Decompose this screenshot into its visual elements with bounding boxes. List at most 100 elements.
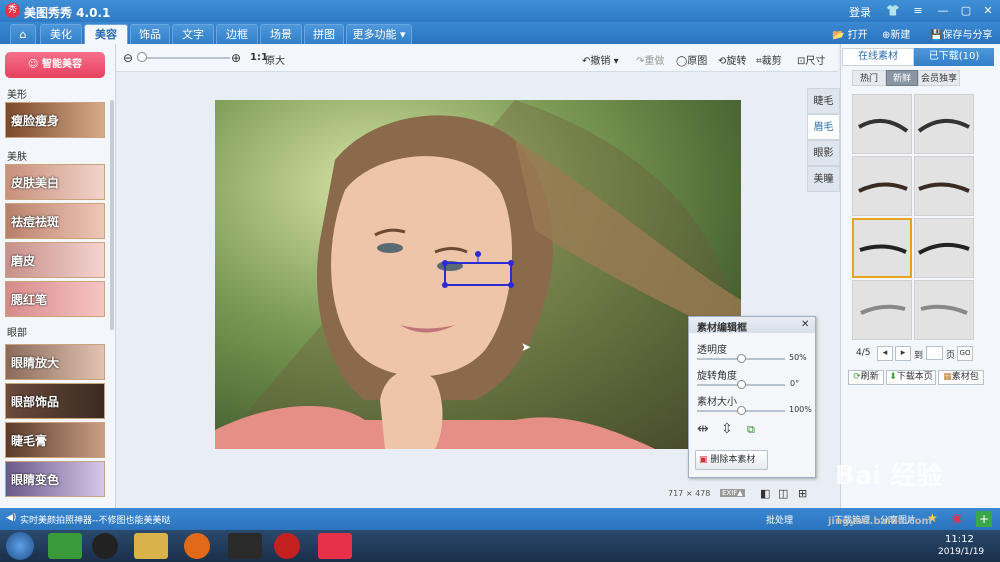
new-button[interactable]: ⊕新建 xyxy=(882,26,910,41)
save-button[interactable]: 💾保存与分享 xyxy=(930,26,992,41)
windows-taskbar: 11:12 2019/1/19 xyxy=(0,530,1000,562)
tab-eyebrow[interactable]: 眉毛 xyxy=(807,114,840,140)
feature-slim-face[interactable]: 瘦脸瘦身 xyxy=(5,102,105,138)
opacity-slider-thumb[interactable] xyxy=(737,354,746,363)
feature-eye-enlarge[interactable]: 眼睛放大 xyxy=(5,344,105,380)
weibo-icon[interactable]: ◉ xyxy=(952,511,962,525)
record-icon[interactable] xyxy=(274,533,300,559)
exif-button[interactable]: EXIF▲ xyxy=(720,489,745,497)
tab-text[interactable]: 文字 xyxy=(172,24,214,44)
baidu-watermark: Bai 经验 xyxy=(835,461,943,491)
undo-button[interactable]: ↶撤销 ▾ xyxy=(582,52,619,67)
rotate-button[interactable]: ⟲旋转 xyxy=(718,52,746,67)
close-button[interactable]: ✕ xyxy=(980,3,996,19)
smart-beauty-button[interactable]: ☺ 智能美容 xyxy=(5,52,105,78)
eyebrow-item[interactable] xyxy=(914,94,974,154)
eyebrow-item[interactable] xyxy=(914,156,974,216)
feature-smooth-skin[interactable]: 磨皮 xyxy=(5,242,105,278)
size-slider-thumb[interactable] xyxy=(737,406,746,415)
eyebrow-item[interactable] xyxy=(914,280,974,340)
add-icon[interactable]: + xyxy=(976,511,992,527)
skin-icon[interactable]: 👕 xyxy=(885,3,901,19)
sidebar-scrollbar[interactable] xyxy=(110,100,114,330)
delete-material-button[interactable]: ▣ 删除本素材 xyxy=(695,450,768,470)
tab-contact-lens[interactable]: 美瞳 xyxy=(807,166,840,192)
eyebrow-item[interactable] xyxy=(852,280,912,340)
login-link[interactable]: 登录 xyxy=(849,4,871,20)
crop-button[interactable]: ⌗裁剪 xyxy=(756,52,782,67)
feature-skin-whitening[interactable]: 皮肤美白 xyxy=(5,164,105,200)
compare-icon[interactable]: ◧ xyxy=(760,487,770,500)
feature-eye-accessory[interactable]: 眼部饰品 xyxy=(5,383,105,419)
eyebrow-item[interactable] xyxy=(852,156,912,216)
maximize-button[interactable]: ▢ xyxy=(958,3,974,19)
page-input[interactable] xyxy=(926,346,943,360)
eyebrow-item[interactable] xyxy=(914,218,974,278)
original-button[interactable]: ◯原图 xyxy=(676,52,707,67)
fit-view-icon[interactable]: ⊞ xyxy=(798,487,807,500)
photo-canvas[interactable] xyxy=(215,100,741,449)
zoom-slider-thumb[interactable] xyxy=(137,52,147,62)
firefox-icon[interactable] xyxy=(184,533,210,559)
go-button[interactable]: GO xyxy=(957,346,973,361)
download-page-button[interactable]: ⬇下载本页 xyxy=(886,370,936,385)
zoom-slider[interactable] xyxy=(140,57,230,59)
split-view-icon[interactable]: ◫ xyxy=(778,487,788,500)
open-button[interactable]: 📂 打开 xyxy=(832,26,868,41)
copy-icon[interactable]: ⧉ xyxy=(747,423,755,437)
batch-button[interactable]: 批处理 xyxy=(766,513,793,526)
prev-page-button[interactable]: ◂ xyxy=(877,346,893,361)
next-page-button[interactable]: ▸ xyxy=(895,346,911,361)
status-promo-text[interactable]: 实时美颜拍照神器--不修图也能美美哒 xyxy=(20,513,171,526)
feature-eye-color[interactable]: 眼睛变色 xyxy=(5,461,105,497)
tab-eyeshadow[interactable]: 眼影 xyxy=(807,140,840,166)
home-icon[interactable]: ⌂ xyxy=(10,24,36,44)
feature-acne-removal[interactable]: 祛痘祛斑 xyxy=(5,203,105,239)
filter-vip[interactable]: 会员独享 xyxy=(918,70,960,86)
opacity-label: 透明度 xyxy=(697,345,727,356)
filter-hot[interactable]: 热门 xyxy=(852,70,886,86)
tab-collage[interactable]: 拼图 xyxy=(304,24,344,44)
flip-vertical-icon[interactable]: ⇳ xyxy=(721,421,733,437)
eyebrow-item-selected[interactable] xyxy=(852,218,912,278)
tab-scene[interactable]: 场景 xyxy=(260,24,302,44)
folder-icon[interactable] xyxy=(134,533,168,559)
mouse-cursor-icon: ➤ xyxy=(521,340,532,354)
minimize-button[interactable]: — xyxy=(935,3,951,19)
tab-beautify[interactable]: 美化 xyxy=(40,24,82,44)
zoom-out-icon[interactable]: ⊖ xyxy=(123,51,133,65)
qq-icon[interactable] xyxy=(92,533,118,559)
tab-downloaded[interactable]: 已下载(10) xyxy=(914,48,994,66)
trash-icon: ▣ xyxy=(699,455,711,465)
rotate-slider-thumb[interactable] xyxy=(737,380,746,389)
filter-new[interactable]: 新鲜 xyxy=(886,70,918,86)
feature-blush[interactable]: 腮红笔 xyxy=(5,281,105,317)
player-icon[interactable] xyxy=(228,533,262,559)
clock-date[interactable]: 2019/1/19 xyxy=(938,547,984,557)
resize-button[interactable]: ⊡尺寸 xyxy=(797,52,825,67)
original-size-button[interactable]: 原大 xyxy=(265,52,285,67)
menu-icon[interactable]: ≡ xyxy=(910,3,926,19)
size-slider[interactable] xyxy=(697,406,785,415)
zoom-in-icon[interactable]: ⊕ xyxy=(231,51,241,65)
clock-time[interactable]: 11:12 xyxy=(945,534,974,545)
taskbar-app-icon[interactable] xyxy=(48,533,82,559)
start-button[interactable] xyxy=(6,532,34,560)
material-pack-button[interactable]: ▦素材包 xyxy=(938,370,984,385)
tab-beauty[interactable]: 美容 xyxy=(84,24,128,44)
tab-online-material[interactable]: 在线素材 xyxy=(842,48,914,66)
redo-button[interactable]: ↷重做 xyxy=(636,52,664,67)
meitu-taskbar-icon[interactable] xyxy=(318,533,352,559)
tab-accessories[interactable]: 饰品 xyxy=(130,24,170,44)
rotate-slider[interactable] xyxy=(697,380,785,389)
refresh-button[interactable]: ⟳刷新 xyxy=(848,370,884,385)
goto-label: 到 xyxy=(914,351,924,361)
tab-eyelash[interactable]: 睫毛 xyxy=(807,88,840,114)
dialog-close-icon[interactable]: ✕ xyxy=(801,319,809,330)
feature-mascara[interactable]: 睫毛膏 xyxy=(5,422,105,458)
tab-more[interactable]: 更多功能 ▾ xyxy=(346,24,412,44)
flip-horizontal-icon[interactable]: ⇹ xyxy=(697,421,709,437)
opacity-slider[interactable] xyxy=(697,354,785,363)
eyebrow-item[interactable] xyxy=(852,94,912,154)
tab-border[interactable]: 边框 xyxy=(216,24,258,44)
